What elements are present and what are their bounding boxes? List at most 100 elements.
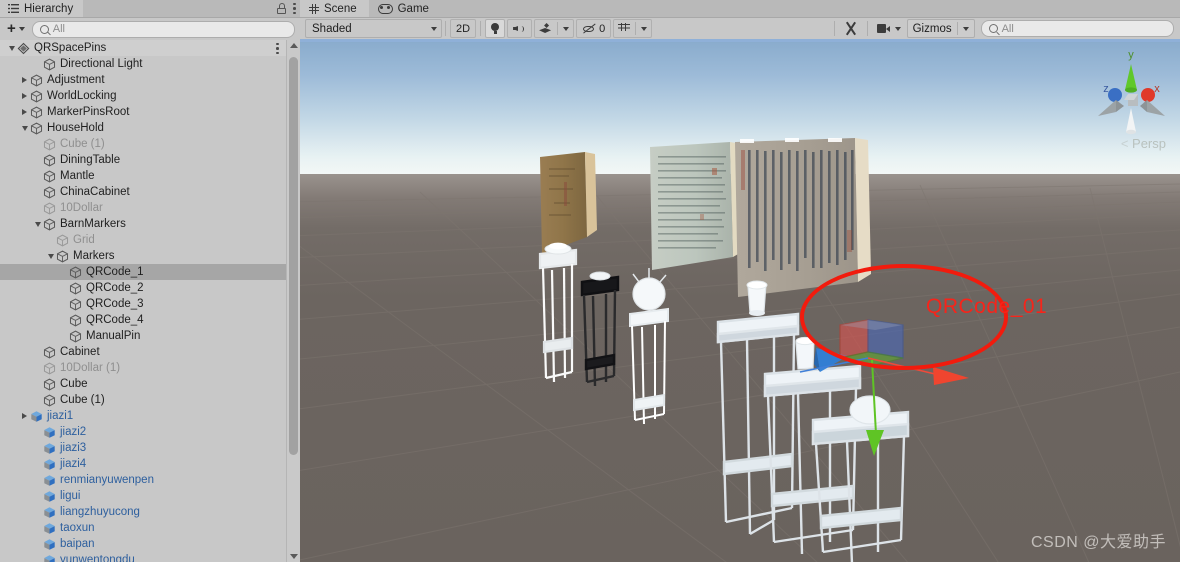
hierarchy-item-qrcode-2[interactable]: QRCode_2 [0,280,286,296]
hierarchy-item-qrcode-4[interactable]: QRCode_4 [0,312,286,328]
hierarchy-tab-actions [277,2,296,15]
hierarchy-item-markerpinsroot[interactable]: MarkerPinsRoot [0,104,286,120]
hierarchy-item-manualpin[interactable]: ManualPin [0,328,286,344]
hierarchy-item-barnmarkers[interactable]: BarnMarkers [0,216,286,232]
hierarchy-item-label: liangzhuyucong [60,506,140,518]
gameobject-icon [30,90,43,103]
chevron-down-icon [962,26,969,31]
expand-toggle-closed-icon[interactable] [19,413,30,419]
prefab-icon [43,490,56,503]
scroll-down-arrow-icon[interactable] [287,551,300,562]
hierarchy-item-label: 10Dollar (1) [60,362,121,374]
hierarchy-item-cabinet[interactable]: Cabinet [0,344,286,360]
hierarchy-item-10dollar[interactable]: 10Dollar [0,200,286,216]
tab-hierarchy[interactable]: Hierarchy [0,0,84,17]
hierarchy-item-label: taoxun [60,522,95,534]
expand-toggle-closed-icon[interactable] [19,77,30,83]
hierarchy-item-household[interactable]: HouseHold [0,120,286,136]
hierarchy-item-liangzhuyucong[interactable]: liangzhuyucong [0,504,286,520]
hierarchy-item-markers[interactable]: Markers [0,248,286,264]
hierarchy-item-qrcode-1[interactable]: QRCode_1 [0,264,286,280]
hierarchy-tree[interactable]: QRSpacePins Directional Light Adjustment Wo… [0,40,286,562]
add-gameobject-button[interactable]: + [5,21,27,36]
toggle-2d-button[interactable]: 2D [450,19,477,38]
chevron-down-icon [18,27,25,31]
hierarchy-item-qrcode-3[interactable]: QRCode_3 [0,296,286,312]
kebab-menu-icon[interactable] [276,42,279,55]
gameobject-icon [30,122,43,135]
expand-toggle-open-icon[interactable] [19,125,30,131]
hierarchy-item-label: jiazi4 [60,458,87,470]
gameobject-icon [43,58,56,71]
hierarchy-item-qrspacepins[interactable]: QRSpacePins [0,40,286,56]
annotation-label: QRCode_01 [926,295,1048,318]
hierarchy-item-cube-1[interactable]: Cube (1) [0,136,286,152]
toggle-lighting-button[interactable] [485,19,506,38]
lightbulb-icon [491,23,500,34]
scene-camera-button[interactable] [872,20,906,37]
draw-mode-dropdown[interactable]: Shaded [305,19,442,38]
hierarchy-item-mantle[interactable]: Mantle [0,168,286,184]
prefab-icon [43,442,56,455]
scene-orientation-gizmo[interactable]: y x z [1094,48,1168,140]
tab-scene[interactable]: Scene [300,0,369,17]
hierarchy-item-ligui[interactable]: ligui [0,488,286,504]
hierarchy-item-baipan[interactable]: baipan [0,536,286,552]
scene-search-input[interactable]: All [980,20,1175,37]
hierarchy-item-label: Directional Light [60,58,143,70]
hierarchy-item-jiazi1[interactable]: jiazi1 [0,408,286,424]
hierarchy-item-cube[interactable]: Cube [0,376,286,392]
gizmos-dropdown[interactable]: Gizmos [906,19,975,38]
scrollbar-thumb[interactable] [289,57,298,455]
expand-toggle-closed-icon[interactable] [19,109,30,115]
hierarchy-item-diningtable[interactable]: DiningTable [0,152,286,168]
hierarchy-scrollbar[interactable] [286,40,300,562]
hierarchy-item-label: Cube (1) [60,138,105,150]
expand-toggle-open-icon[interactable] [32,221,43,227]
scrollbar-track[interactable] [287,51,300,551]
tab-game[interactable]: Game [369,0,441,17]
prefab-icon [43,506,56,519]
hierarchy-item-chinacabinet[interactable]: ChinaCabinet [0,184,286,200]
expand-toggle-closed-icon[interactable] [19,93,30,99]
scene-tools-button[interactable] [839,20,863,37]
hierarchy-item-cube-1[interactable]: Cube (1) [0,392,286,408]
scroll-up-arrow-icon[interactable] [287,40,300,51]
grid-visibility-button[interactable] [613,19,653,38]
hierarchy-item-jiazi2[interactable]: jiazi2 [0,424,286,440]
prefab-icon [43,522,56,535]
gameobject-icon [30,74,43,87]
hidden-objects-button[interactable]: 0 [576,19,612,38]
hierarchy-item-directional-light[interactable]: Directional Light [0,56,286,72]
hierarchy-item-taoxun[interactable]: taoxun [0,520,286,536]
hierarchy-item-adjustment[interactable]: Adjustment [0,72,286,88]
gameobject-icon [69,282,82,295]
hierarchy-panel: Hierarchy + All QRSpacePins Directional L… [0,0,300,562]
scene-viewport[interactable]: QRCode_01 y x z < Persp CSDN @大爱助手 [300,39,1180,562]
hierarchy-item-renmianyuwenpen[interactable]: renmianyuwenpen [0,472,286,488]
hierarchy-item-label: BarnMarkers [60,218,126,230]
projection-mode-label[interactable]: < Persp [1121,136,1166,151]
kebab-menu-icon[interactable] [293,2,296,15]
chevron-down-icon [894,26,901,31]
toolbar-divider [480,21,482,36]
hierarchy-item-label: QRCode_4 [86,314,144,326]
hierarchy-item-label: yunwentongdu [60,554,135,562]
hierarchy-item-jiazi4[interactable]: jiazi4 [0,456,286,472]
hierarchy-item-grid[interactable]: Grid [0,232,286,248]
tab-scene-label: Scene [324,2,357,15]
expand-toggle-open-icon[interactable] [45,253,56,259]
hierarchy-item-label: Adjustment [47,74,105,86]
toggle-audio-button[interactable] [507,19,533,38]
hierarchy-item-yunwentongdu[interactable]: yunwentongdu [0,552,286,562]
watermark-text: CSDN @大爱助手 [1030,534,1166,551]
toggle-fx-button[interactable] [534,19,575,38]
expand-toggle-open-icon[interactable] [6,45,17,51]
lock-icon[interactable] [277,3,286,14]
scene-tab-bar: Scene Game [300,0,1180,18]
hierarchy-item-10dollar-1[interactable]: 10Dollar (1) [0,360,286,376]
hierarchy-item-jiazi3[interactable]: jiazi3 [0,440,286,456]
hierarchy-item-worldlocking[interactable]: WorldLocking [0,88,286,104]
hierarchy-search-input[interactable]: All [31,20,295,38]
hierarchy-item-label: WorldLocking [47,90,117,102]
